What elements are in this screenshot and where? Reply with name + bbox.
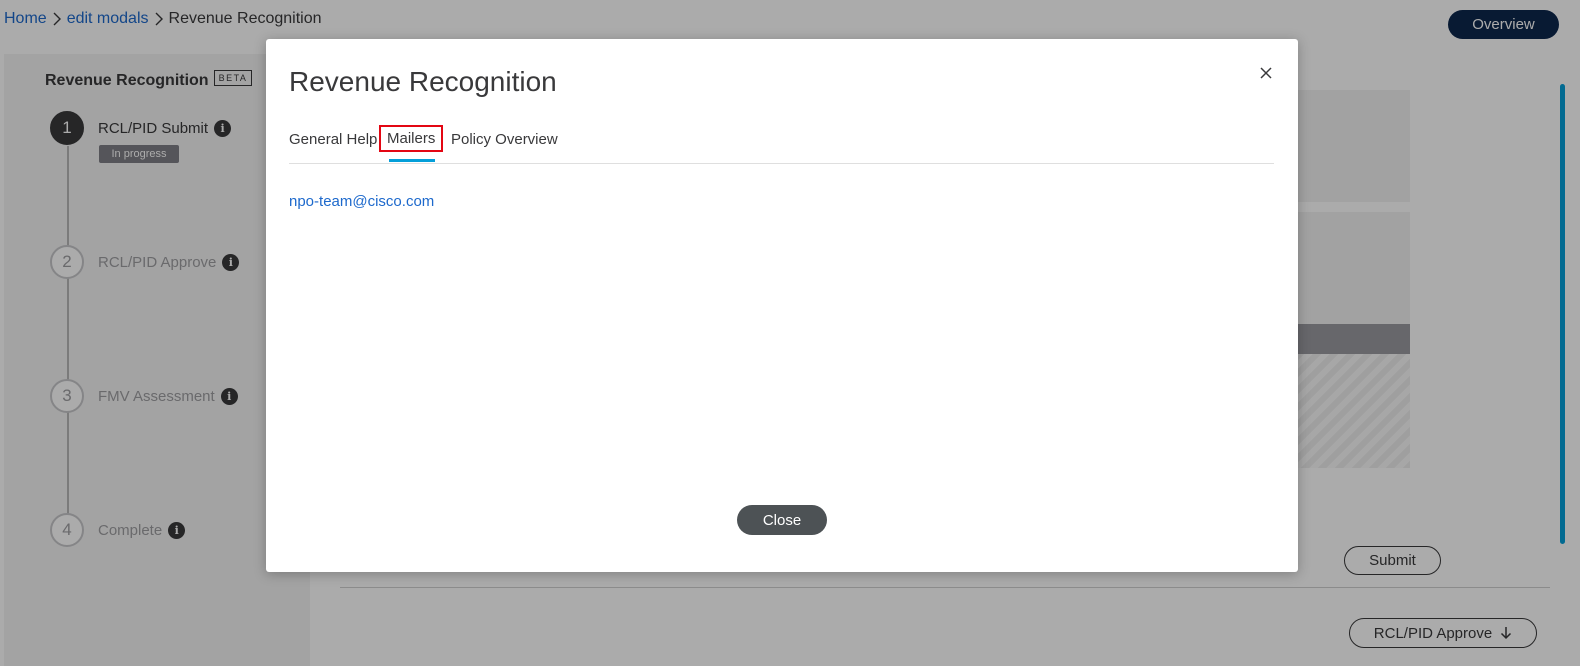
help-modal: Revenue Recognition General Help Mailers… xyxy=(266,39,1298,572)
close-button[interactable]: Close xyxy=(737,505,827,535)
tab-label: General Help xyxy=(289,130,378,148)
modal-tabs: General Help Mailers Policy Overview xyxy=(289,123,1274,164)
close-icon[interactable] xyxy=(1256,63,1276,83)
modal-title: Revenue Recognition xyxy=(289,66,557,97)
tab-mailers[interactable]: Mailers xyxy=(379,123,444,163)
mailer-email-link[interactable]: npo-team@cisco.com xyxy=(289,193,434,210)
tab-general-help[interactable]: General Help xyxy=(289,119,377,159)
tab-label: Mailers xyxy=(379,124,444,152)
active-tab-indicator xyxy=(389,159,435,162)
tab-label: Policy Overview xyxy=(451,130,558,148)
tab-policy-overview[interactable]: Policy Overview xyxy=(451,119,558,159)
